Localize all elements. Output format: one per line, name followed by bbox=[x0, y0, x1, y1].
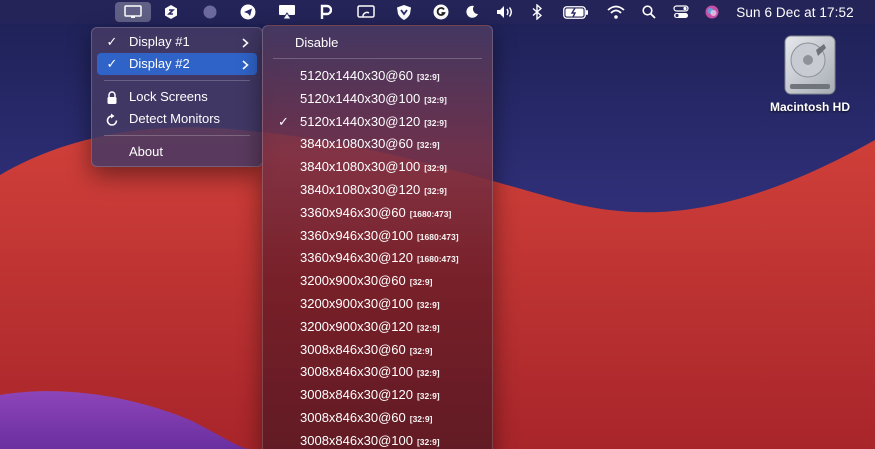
menubar-clock[interactable]: Sun 6 Dec at 17:52 bbox=[732, 0, 858, 24]
resolution-item[interactable]: ✓ 5120x1440x30@120 [32:9] bbox=[268, 111, 487, 134]
refresh-icon bbox=[105, 112, 119, 126]
chevron-right-icon bbox=[242, 53, 249, 75]
menu-separator bbox=[104, 80, 250, 81]
aspect-ratio-label: [32:9] bbox=[416, 436, 440, 447]
lock-icon bbox=[105, 90, 119, 104]
resolution-item[interactable]: 3840x1080x30@100 [32:9] bbox=[268, 156, 487, 179]
menu-item-lock-screens[interactable]: Lock Screens bbox=[97, 86, 257, 108]
menu-separator bbox=[104, 135, 250, 136]
screen-mirror-icon[interactable] bbox=[355, 0, 377, 24]
aspect-ratio-label: [1680:473] bbox=[416, 231, 459, 242]
menu-bar: Sun 6 Dec at 17:52 bbox=[0, 0, 875, 24]
resolution-label: 3360x946x30@120 bbox=[300, 250, 413, 266]
control-center-icon[interactable] bbox=[671, 0, 691, 24]
parking-icon[interactable] bbox=[316, 0, 336, 24]
moon-icon[interactable] bbox=[461, 0, 483, 24]
resolution-label: 3360x946x30@60 bbox=[300, 204, 406, 220]
resolution-item[interactable]: 3008x846x30@120 [32:9] bbox=[268, 384, 487, 407]
resolution-item[interactable]: 3360x946x30@60 [1680:473] bbox=[268, 202, 487, 225]
resolution-item[interactable]: 3840x1080x30@120 [32:9] bbox=[268, 179, 487, 202]
bluetooth-icon[interactable] bbox=[528, 0, 546, 24]
menu-item-detect-monitors[interactable]: Detect Monitors bbox=[97, 108, 257, 130]
volume-icon[interactable] bbox=[495, 0, 517, 24]
resolution-submenu: Disable 5120x1440x30@60 [32:9] 5120x1440x3… bbox=[262, 25, 493, 449]
aspect-ratio-label: [32:9] bbox=[409, 345, 433, 356]
aspect-ratio-label: [32:9] bbox=[416, 299, 440, 310]
menu-item-label: About bbox=[129, 144, 163, 159]
aspect-ratio-label: [1680:473] bbox=[416, 254, 459, 265]
circle-app-icon[interactable] bbox=[199, 0, 221, 24]
grammarly-icon[interactable] bbox=[430, 0, 452, 24]
battery-icon[interactable] bbox=[562, 0, 590, 24]
aspect-ratio-label: [32:9] bbox=[409, 277, 433, 288]
resolution-list: 5120x1440x30@60 [32:9] 5120x1440x30@100 [32… bbox=[263, 65, 492, 449]
drive-label: Macintosh HD bbox=[769, 100, 850, 114]
resolution-item[interactable]: 3360x946x30@100 [1680:473] bbox=[268, 225, 487, 248]
menu-item-label: Display #2 bbox=[129, 56, 190, 71]
menu-item-label: Detect Monitors bbox=[129, 111, 221, 126]
resolution-item[interactable]: 3840x1080x30@60 [32:9] bbox=[268, 133, 487, 156]
checkmark-icon: ✓ bbox=[106, 56, 118, 71]
shield-icon[interactable] bbox=[393, 0, 415, 24]
chevron-right-icon bbox=[242, 31, 249, 53]
resolution-item[interactable]: 3200x900x30@100 [32:9] bbox=[268, 293, 487, 316]
resolution-label: 3840x1080x30@100 bbox=[300, 159, 421, 175]
resolution-label: 3008x846x30@100 bbox=[300, 364, 413, 380]
menu-item-about[interactable]: About bbox=[97, 141, 257, 163]
aspect-ratio-label: [32:9] bbox=[409, 413, 433, 424]
wifi-icon[interactable] bbox=[605, 0, 627, 24]
aspect-ratio-label: [32:9] bbox=[416, 322, 440, 333]
aspect-ratio-label: [32:9] bbox=[416, 72, 440, 82]
resolution-item[interactable]: 3008x846x30@60 [32:9] bbox=[268, 407, 487, 430]
resolution-label: 3008x846x30@60 bbox=[300, 341, 406, 357]
desktop-drive-item[interactable]: Macintosh HD bbox=[760, 34, 860, 114]
resolution-label: 3200x900x30@60 bbox=[300, 273, 406, 289]
resolution-label: 5120x1440x30@100 bbox=[300, 90, 421, 106]
menu-item-disable[interactable]: Disable bbox=[268, 31, 487, 55]
checkmark-icon: ✓ bbox=[278, 113, 289, 129]
menu-item-display-1[interactable]: ✓ Display #1 bbox=[97, 31, 257, 53]
resolution-label: 5120x1440x30@60 bbox=[300, 68, 413, 83]
checkmark-icon: ✓ bbox=[106, 34, 118, 49]
resolution-item[interactable]: 3200x900x30@60 [32:9] bbox=[268, 270, 487, 293]
menu-item-label: Display #1 bbox=[129, 34, 190, 49]
aspect-ratio-label: [32:9] bbox=[416, 140, 440, 151]
aspect-ratio-label: [32:9] bbox=[424, 94, 447, 105]
resolution-label: 3840x1080x30@60 bbox=[300, 136, 413, 152]
aspect-ratio-label: [1680:473] bbox=[409, 208, 452, 219]
hexagon-app-icon[interactable] bbox=[160, 0, 182, 24]
aspect-ratio-label: [32:9] bbox=[424, 117, 447, 128]
resolution-item[interactable]: 3200x900x30@120 [32:9] bbox=[268, 316, 487, 339]
resolution-item[interactable]: 3008x846x30@100 [32:9] bbox=[268, 430, 487, 449]
resolution-label: 3008x846x30@60 bbox=[300, 409, 406, 425]
display-icon[interactable] bbox=[115, 2, 151, 22]
siri-icon[interactable] bbox=[702, 0, 722, 24]
resolution-label: 3008x846x30@100 bbox=[300, 432, 413, 448]
aspect-ratio-label: [32:9] bbox=[424, 185, 447, 196]
menu-separator bbox=[273, 58, 482, 59]
resolution-label: 3008x846x30@120 bbox=[300, 387, 413, 403]
resolution-label: 3200x900x30@120 bbox=[300, 318, 413, 334]
resolution-item[interactable]: 3008x846x30@60 [32:9] bbox=[268, 339, 487, 362]
resolution-item[interactable]: 5120x1440x30@100 [32:9] bbox=[268, 88, 487, 111]
menu-item-label: Lock Screens bbox=[129, 89, 208, 104]
airplay-icon[interactable] bbox=[276, 0, 298, 24]
resolution-item[interactable]: 3360x946x30@120 [1680:473] bbox=[268, 247, 487, 270]
resolution-item[interactable]: 5120x1440x30@60 [32:9] bbox=[268, 65, 487, 88]
resolution-item[interactable]: 3008x846x30@100 [32:9] bbox=[268, 361, 487, 384]
hard-drive-icon bbox=[784, 35, 836, 95]
resolution-label: 5120x1440x30@120 bbox=[300, 113, 421, 129]
aspect-ratio-label: [32:9] bbox=[416, 368, 440, 379]
resolution-label: 3360x946x30@100 bbox=[300, 227, 413, 243]
telegram-icon[interactable] bbox=[237, 0, 259, 24]
menu-item-display-2[interactable]: ✓ Display #2 bbox=[97, 53, 257, 75]
aspect-ratio-label: [32:9] bbox=[416, 391, 440, 402]
display-menu: ✓ Display #1 ✓ Display #2 Lock Screens D… bbox=[91, 27, 263, 167]
resolution-label: 3840x1080x30@120 bbox=[300, 181, 421, 197]
aspect-ratio-label: [32:9] bbox=[424, 163, 447, 174]
search-icon[interactable] bbox=[639, 0, 659, 24]
resolution-label: 3200x900x30@100 bbox=[300, 295, 413, 311]
